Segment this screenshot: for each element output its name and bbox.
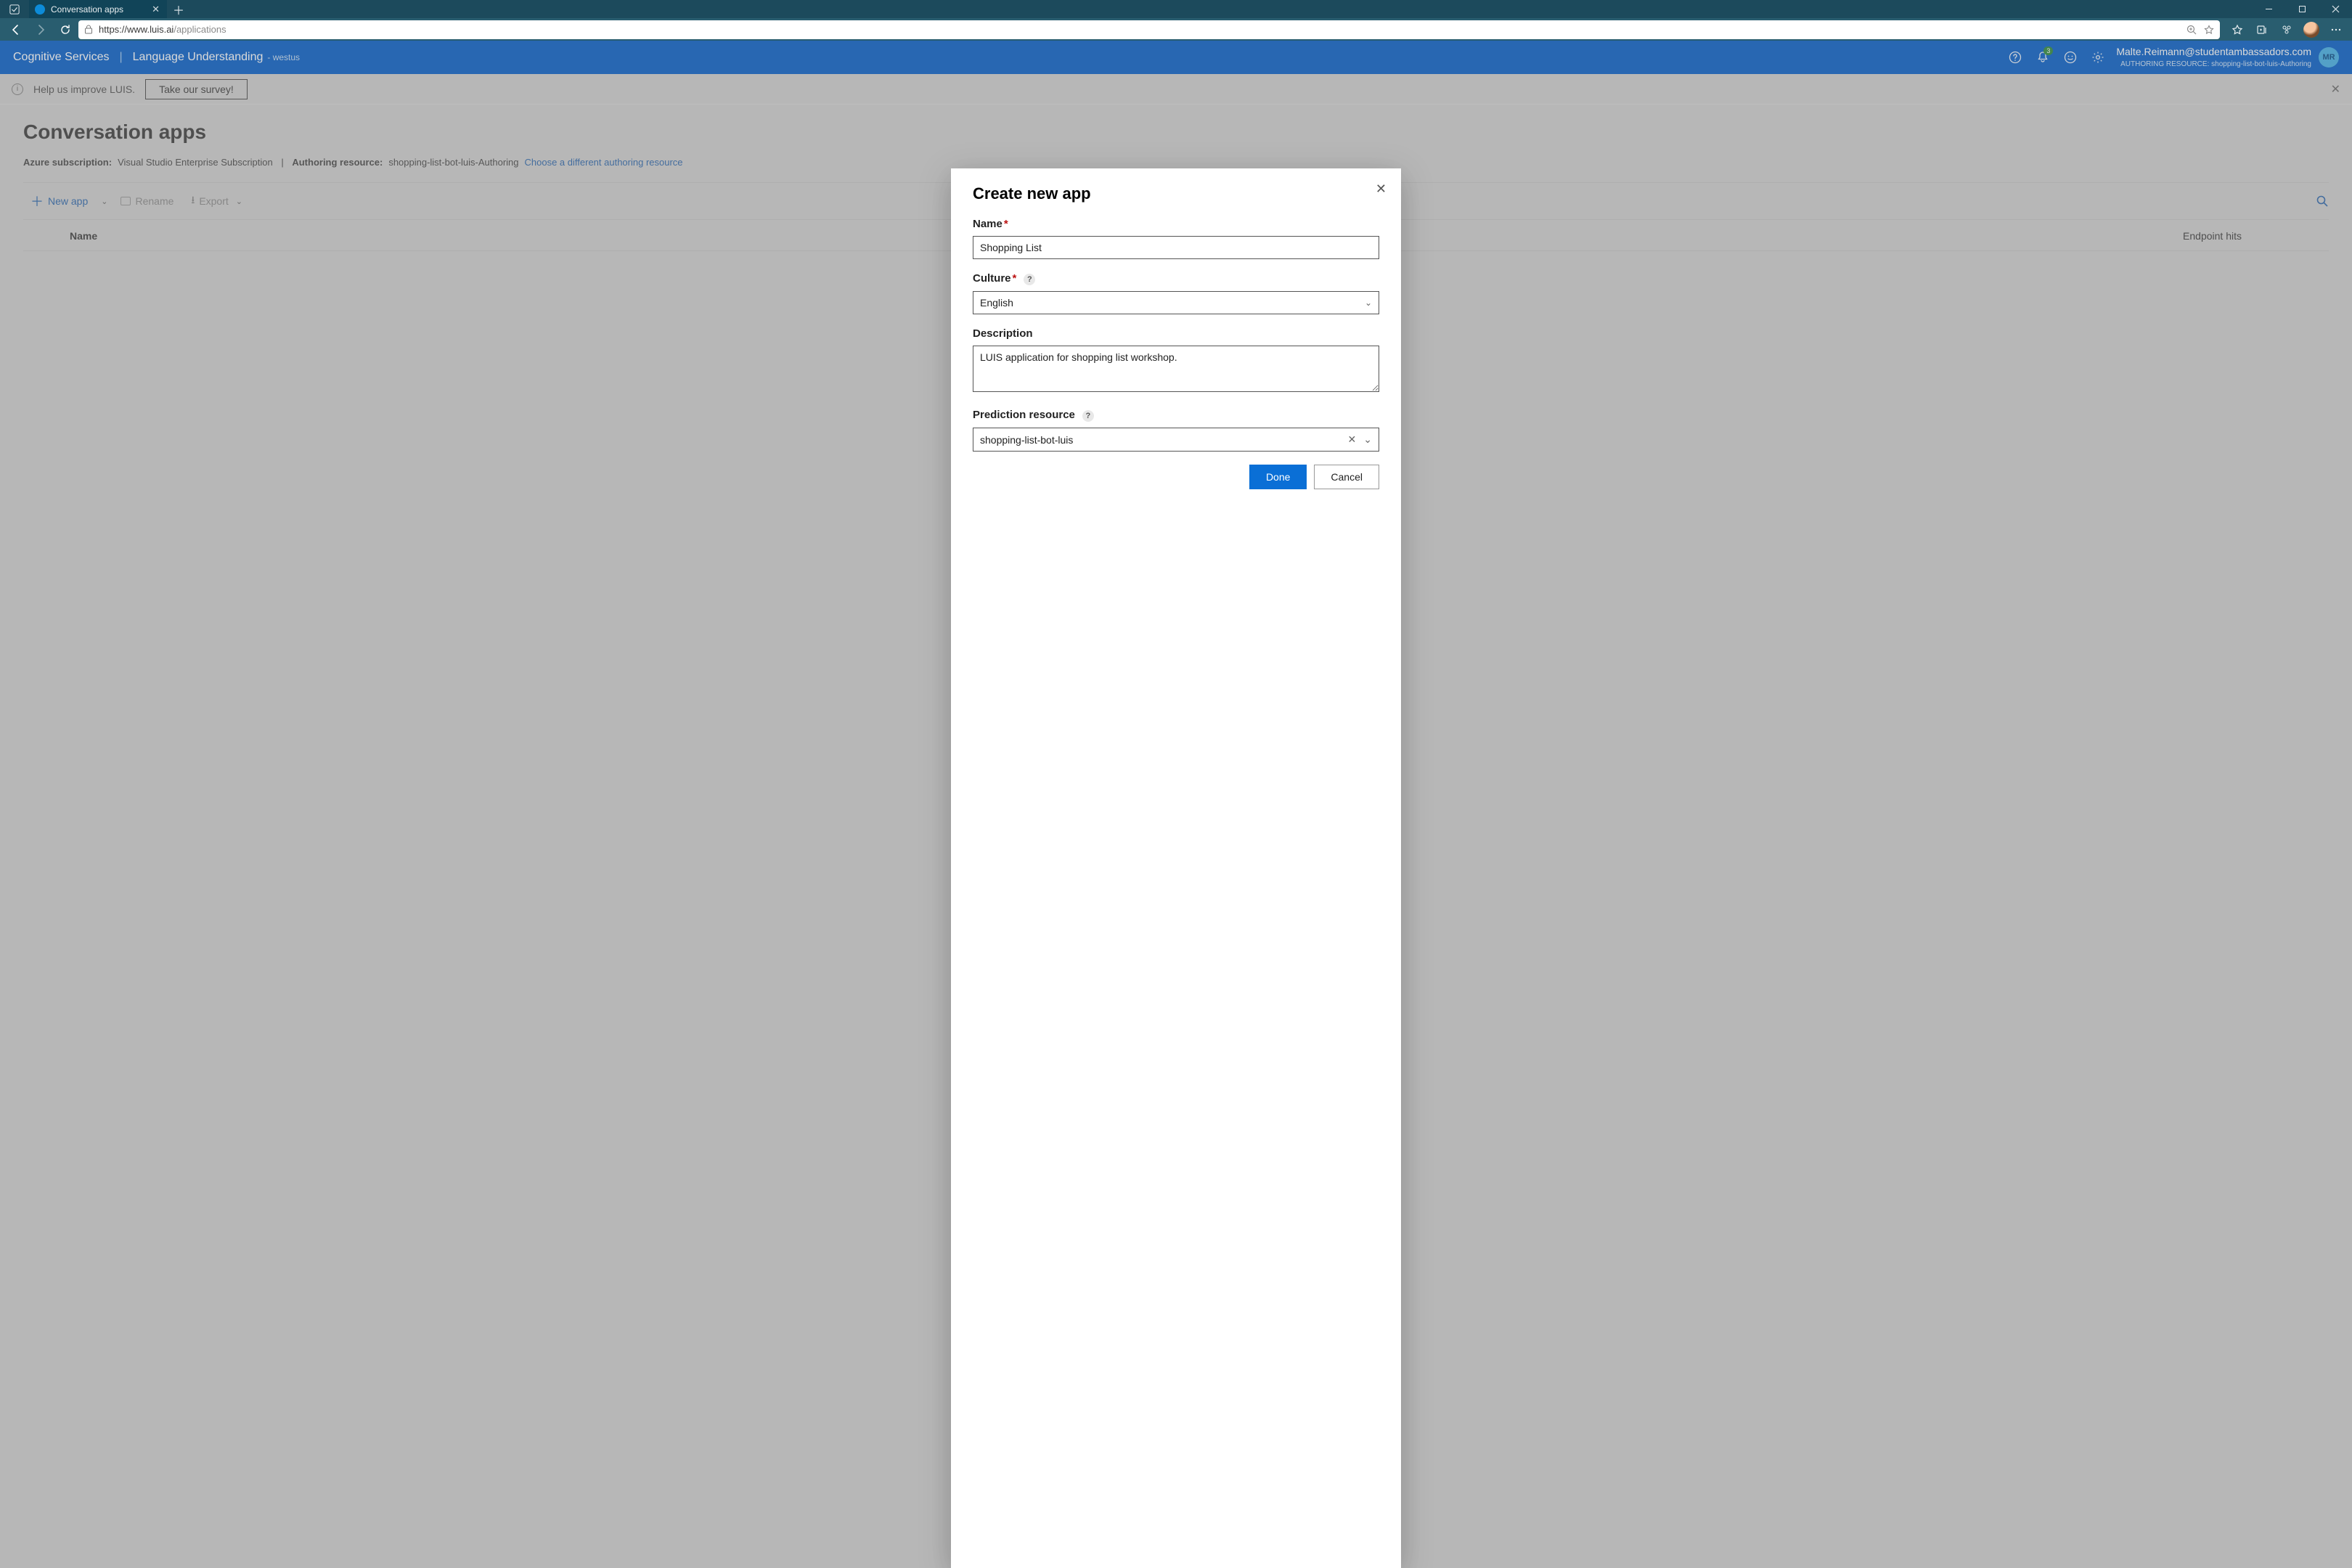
- url-text: https://www.luis.ai/applications: [99, 24, 226, 35]
- feedback-icon[interactable]: [2057, 44, 2084, 71]
- description-input[interactable]: LUIS application for shopping list works…: [973, 346, 1379, 392]
- nav-refresh-button[interactable]: [54, 20, 77, 40]
- nav-back-button[interactable]: [4, 20, 28, 40]
- app-icon: [0, 0, 29, 18]
- description-label: Description: [973, 327, 1379, 340]
- chevron-down-icon: ⌄: [1363, 433, 1372, 446]
- window-maximize-button[interactable]: [2285, 0, 2319, 18]
- prediction-label: Prediction resource?: [973, 409, 1379, 422]
- favorite-icon[interactable]: [2204, 25, 2214, 35]
- cancel-button[interactable]: Cancel: [1314, 465, 1379, 489]
- name-label: Name*: [973, 218, 1379, 230]
- user-avatar[interactable]: MR: [2319, 47, 2339, 68]
- lock-icon: [84, 25, 93, 34]
- region-label: - westus: [267, 52, 300, 62]
- culture-select[interactable]: English ⌄: [973, 291, 1379, 314]
- window-minimize-button[interactable]: [2252, 0, 2285, 18]
- extensions-button[interactable]: [2275, 20, 2298, 40]
- settings-icon[interactable]: [2084, 44, 2112, 71]
- prediction-select[interactable]: shopping-list-bot-luis ✕ ⌄: [973, 428, 1379, 452]
- collections-button[interactable]: [2250, 20, 2274, 40]
- window-close-button[interactable]: [2319, 0, 2352, 18]
- help-icon[interactable]: [2001, 44, 2029, 71]
- zoom-icon[interactable]: [2186, 25, 2197, 35]
- window-titlebar: Conversation apps ✕ ＋: [0, 0, 2352, 18]
- app-header: Cognitive Services | Language Understand…: [0, 41, 2352, 74]
- culture-help-icon[interactable]: ?: [1024, 274, 1035, 285]
- prediction-help-icon[interactable]: ?: [1082, 410, 1094, 422]
- window-controls: [2252, 0, 2352, 18]
- clear-icon[interactable]: ✕: [1348, 433, 1357, 446]
- user-email: Malte.Reimann@studentambassadors.com: [2116, 45, 2311, 60]
- browser-menu-button[interactable]: [2324, 20, 2348, 40]
- modal-title: Create new app: [973, 184, 1379, 203]
- name-input[interactable]: [973, 236, 1379, 259]
- address-bar[interactable]: https://www.luis.ai/applications: [78, 20, 2220, 39]
- browser-tab[interactable]: Conversation apps ✕: [29, 0, 167, 18]
- culture-label: Culture*?: [973, 272, 1379, 285]
- nav-forward-button[interactable]: [29, 20, 52, 40]
- notifications-icon[interactable]: 3: [2029, 44, 2057, 71]
- chevron-down-icon: ⌄: [1365, 298, 1372, 308]
- new-tab-button[interactable]: ＋: [167, 0, 190, 18]
- done-button[interactable]: Done: [1249, 465, 1307, 489]
- browser-toolbar: https://www.luis.ai/applications: [0, 18, 2352, 41]
- tab-favicon: [35, 4, 45, 15]
- modal-close-icon[interactable]: ✕: [1376, 181, 1387, 197]
- profile-button[interactable]: [2300, 20, 2323, 40]
- tab-title: Conversation apps: [51, 4, 123, 15]
- notifications-badge: 3: [2043, 46, 2053, 55]
- brand-cognitive-services[interactable]: Cognitive Services: [13, 51, 110, 64]
- modal-overlay: Create new app ✕ Name* Culture*? English…: [0, 74, 2352, 1568]
- tab-close-icon[interactable]: ✕: [152, 4, 160, 15]
- brand-luis[interactable]: Language Understanding: [133, 51, 264, 64]
- create-app-modal: Create new app ✕ Name* Culture*? English…: [951, 168, 1401, 1568]
- favorites-button[interactable]: [2226, 20, 2249, 40]
- user-info[interactable]: Malte.Reimann@studentambassadors.com AUT…: [2116, 45, 2311, 70]
